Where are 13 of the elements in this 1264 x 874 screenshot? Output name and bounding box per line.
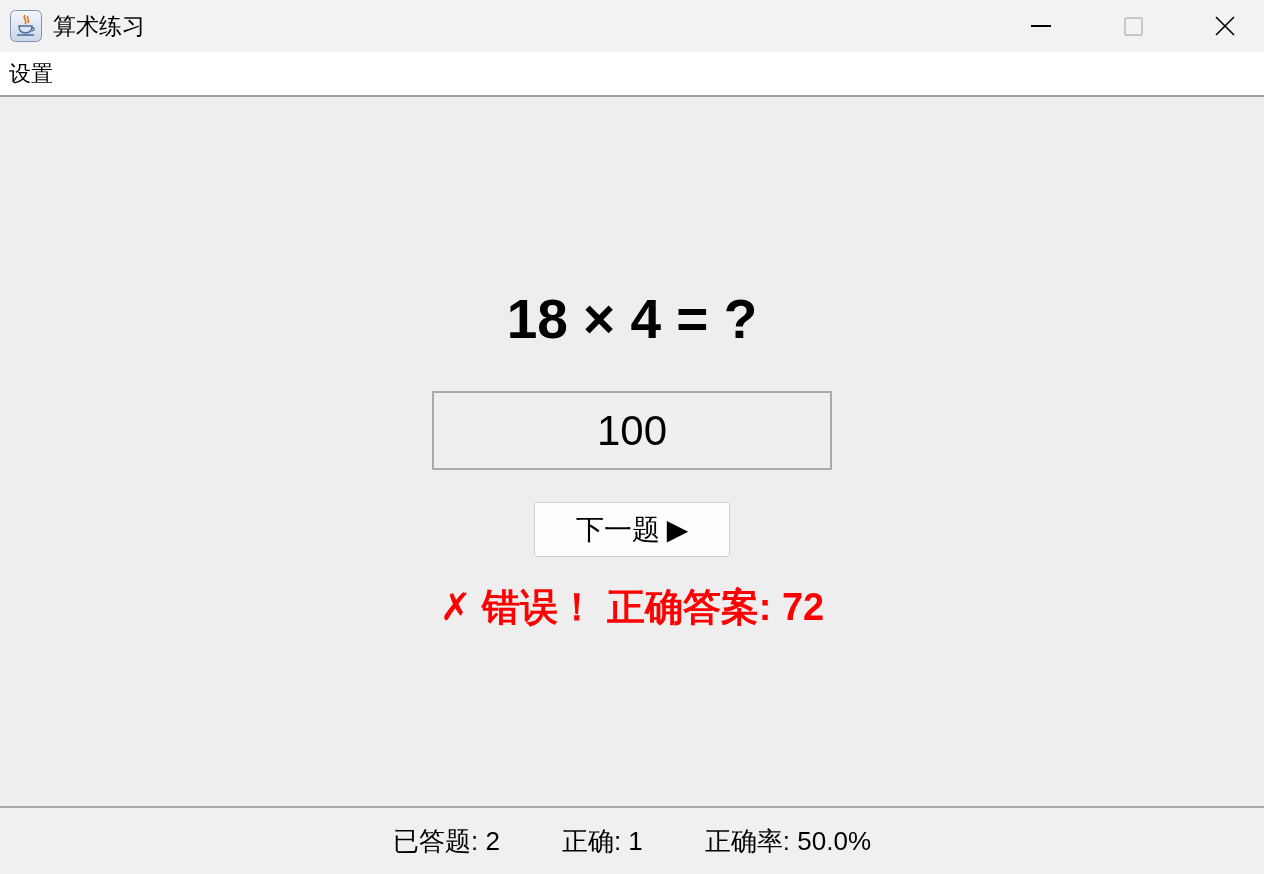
close-icon [1215,16,1235,36]
window-title: 算术练习 [53,11,145,41]
status-text: 正确: 1 [561,824,643,858]
minimize-icon [1031,25,1051,27]
menu-item[interactable]: 设置 [9,58,53,89]
maximize-icon [1123,16,1143,36]
answer-field[interactable]: 100 [432,391,832,470]
status-text: 正确率: 50.0% [704,824,871,858]
status-text: 已答题: 2 [393,824,500,858]
feedback-text: ✗ 错误！ 正确答案: 72 [439,585,825,630]
next-button[interactable]: 下一题 ▶ [534,502,730,557]
question-text: 18 × 4 = ? [506,287,758,351]
coffee-cup-icon [10,10,42,42]
